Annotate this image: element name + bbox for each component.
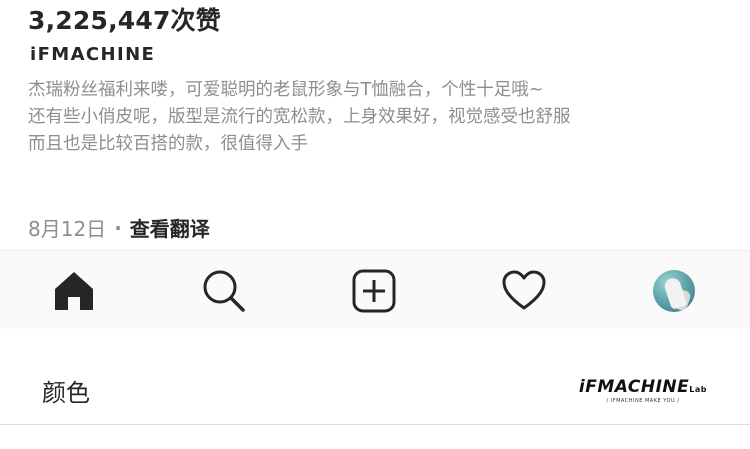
caption-line: 而且也是比较百搭的款，很值得入手 bbox=[28, 134, 308, 154]
new-post-icon bbox=[352, 269, 396, 312]
caption-line: 杰瑞粉丝福利来喽，可爱聪明的老鼠形象与T恤融合，个性十足哦~ bbox=[28, 80, 544, 100]
brand-logo: iFMACHINELab / IFMACHINE MAKE YOU / bbox=[579, 377, 707, 404]
heart-icon bbox=[502, 270, 546, 309]
caption: 杰瑞粉丝福利来喽，可爱聪明的老鼠形象与T恤融合，个性十足哦~ 还有些小俏皮呢，版… bbox=[28, 77, 728, 158]
post-details: 3,225,447次赞 iFMACHINE 杰瑞粉丝福利来喽，可爱聪明的老鼠形象… bbox=[0, 0, 750, 250]
post-date: 8月12日 bbox=[28, 217, 107, 241]
home-icon bbox=[55, 271, 93, 310]
tab-new-post[interactable] bbox=[324, 251, 424, 330]
username[interactable]: iFMACHINE bbox=[30, 44, 155, 65]
caption-line: 还有些小俏皮呢，版型是流行的宽松款，上身效果好，视觉感受也舒服 bbox=[28, 107, 571, 127]
search-icon bbox=[203, 270, 245, 312]
brand-tagline: / IFMACHINE MAKE YOU / bbox=[606, 398, 680, 404]
brand-name: iFMACHINE bbox=[578, 377, 690, 397]
tab-profile[interactable] bbox=[624, 251, 724, 330]
profile-avatar bbox=[653, 269, 695, 312]
brand-wordmark: iFMACHINELab bbox=[579, 377, 707, 397]
bottom-tab-bar bbox=[0, 250, 750, 329]
tab-activity[interactable] bbox=[474, 251, 574, 330]
avatar-figure bbox=[662, 275, 688, 310]
color-section-title: 颜色 bbox=[42, 379, 90, 407]
separator-dot: · bbox=[114, 215, 122, 240]
see-translation-link[interactable]: 查看翻译 bbox=[130, 213, 210, 242]
tab-home[interactable] bbox=[24, 251, 124, 330]
likes-count[interactable]: 3,225,447次赞 bbox=[28, 1, 221, 37]
brand-suffix: Lab bbox=[689, 385, 707, 394]
post-meta: 8月12日 · 查看翻译 bbox=[28, 213, 210, 242]
color-section: 颜色 iFMACHINELab / IFMACHINE MAKE YOU / bbox=[0, 329, 750, 449]
tab-search[interactable] bbox=[174, 251, 274, 330]
divider bbox=[0, 424, 750, 425]
